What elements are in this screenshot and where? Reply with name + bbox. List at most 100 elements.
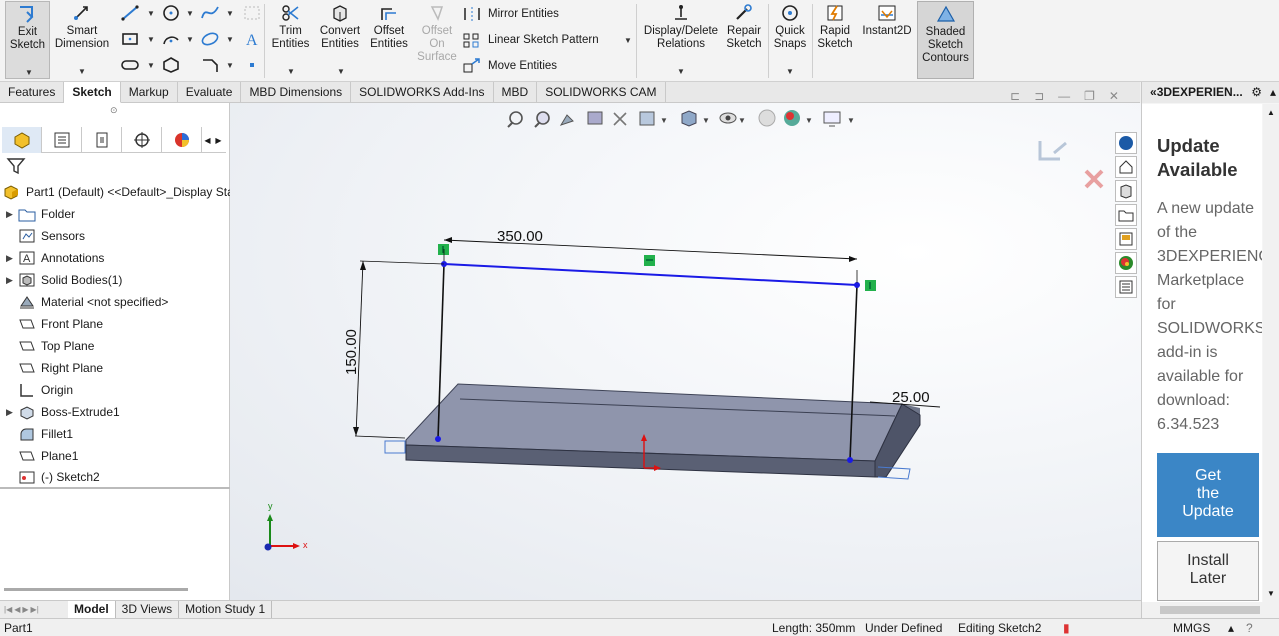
- offset-entities-button[interactable]: Offset Entities: [366, 1, 412, 51]
- chevron-down-icon[interactable]: ▼: [226, 35, 234, 44]
- chevron-right-icon[interactable]: ▶: [215, 136, 221, 145]
- tab-evaluate[interactable]: Evaluate: [178, 82, 242, 103]
- chevron-down-icon[interactable]: ▼: [25, 66, 33, 79]
- sketch-chamfer-icon[interactable]: [200, 56, 220, 74]
- feature-manager-tab[interactable]: [2, 127, 42, 153]
- circle-icon[interactable]: [161, 4, 181, 22]
- chevron-down-icon[interactable]: ▼: [78, 65, 86, 78]
- ellipse-icon[interactable]: [200, 30, 220, 48]
- chevron-up-icon[interactable]: ▲: [1267, 108, 1275, 117]
- chevron-down-icon[interactable]: ▼: [147, 61, 155, 70]
- minimize-icon[interactable]: —: [1058, 89, 1070, 103]
- tree-item[interactable]: ▶ Solid Bodies(1): [0, 269, 230, 291]
- horizontal-relation-icon[interactable]: [644, 255, 655, 266]
- get-update-button[interactable]: Get the Update: [1157, 453, 1259, 537]
- tab-markup[interactable]: Markup: [121, 82, 178, 103]
- graphics-viewport[interactable]: ▼ ▼ ▼ ▼ ▼ 350.00 150.00 25.00 y x: [230, 103, 1141, 600]
- chevron-down-icon[interactable]: ▼: [186, 35, 194, 44]
- tab-motion-study-1[interactable]: Motion Study 1: [179, 600, 273, 619]
- tree-item[interactable]: Fillet1: [0, 423, 230, 445]
- chevron-up-icon[interactable]: ▴: [1270, 82, 1276, 103]
- task-pane-resources-tab[interactable]: [1115, 156, 1137, 178]
- arc-icon[interactable]: [161, 30, 181, 48]
- dimension-width-value[interactable]: 350.00: [497, 228, 543, 245]
- chevron-down-icon[interactable]: ▼: [186, 9, 194, 18]
- help-icon[interactable]: ?: [1246, 620, 1253, 636]
- chevron-down-icon[interactable]: ▼: [1267, 589, 1275, 598]
- line-icon[interactable]: [120, 4, 140, 22]
- configuration-manager-tab[interactable]: [82, 127, 122, 153]
- sketch-endpoint[interactable]: [435, 436, 441, 442]
- tree-item[interactable]: Material <not specified>: [0, 291, 230, 313]
- spline-icon[interactable]: [200, 4, 220, 22]
- tab-sketch[interactable]: Sketch: [64, 82, 121, 103]
- tile-right-icon[interactable]: ⊐: [1034, 89, 1044, 103]
- tree-item[interactable]: Front Plane: [0, 313, 230, 335]
- tab-mbd[interactable]: MBD: [494, 82, 538, 103]
- chevron-down-icon[interactable]: ▼: [226, 61, 234, 70]
- linear-sketch-pattern-button[interactable]: Linear Sketch Pattern: [462, 32, 599, 48]
- filter-icon[interactable]: [6, 156, 26, 176]
- move-entities-button[interactable]: Move Entities: [462, 58, 557, 74]
- confirm-sketch-icon[interactable]: [1038, 141, 1067, 161]
- horizontal-scrollbar[interactable]: [1142, 602, 1279, 618]
- chevron-up-icon[interactable]: ▴: [1228, 620, 1234, 636]
- chevron-right-icon[interactable]: ▶: [6, 407, 18, 418]
- chevron-down-icon[interactable]: ▼: [226, 9, 234, 18]
- slot-icon[interactable]: [120, 56, 140, 74]
- chevron-left-icon[interactable]: ◀: [204, 136, 210, 145]
- task-pane-view-palette-tab[interactable]: [1115, 228, 1137, 250]
- dimxpert-manager-tab[interactable]: [122, 127, 162, 153]
- offset-on-surface-button[interactable]: Offset On Surface: [414, 1, 460, 64]
- task-pane-3dexperience-tab[interactable]: [1115, 132, 1137, 154]
- chevron-down-icon[interactable]: ▼: [147, 35, 155, 44]
- tree-item[interactable]: ▶ A Annotations: [0, 247, 230, 269]
- tree-item[interactable]: (-) Sketch2: [0, 467, 230, 489]
- shaded-sketch-contours-button[interactable]: Shaded Sketch Contours: [917, 1, 974, 79]
- chevron-right-icon[interactable]: ▶: [6, 209, 18, 220]
- vertical-relation-icon[interactable]: [438, 244, 449, 255]
- property-manager-tab[interactable]: [42, 127, 82, 153]
- tree-root-part[interactable]: Part1 (Default) <<Default>_Display Sta: [0, 181, 234, 203]
- task-pane-custom-properties-tab[interactable]: [1115, 276, 1137, 298]
- tree-item[interactable]: Plane1: [0, 445, 230, 467]
- tab-nav-buttons[interactable]: |◀ ◀ ▶ ▶|: [0, 601, 68, 619]
- dimension-height-value[interactable]: 150.00: [343, 329, 360, 375]
- trim-entities-button[interactable]: Trim Entities ▼: [268, 1, 313, 76]
- repair-sketch-button[interactable]: Repair Sketch: [723, 1, 765, 51]
- vertical-relation-icon[interactable]: [865, 280, 876, 291]
- tab-model[interactable]: Model: [68, 600, 116, 619]
- horizontal-scrollbar[interactable]: [4, 588, 188, 591]
- chevron-down-icon[interactable]: ▼: [677, 65, 685, 78]
- chevron-down-icon[interactable]: ▼: [624, 36, 632, 45]
- cancel-sketch-icon[interactable]: [1084, 169, 1104, 189]
- rebuild-light-icon[interactable]: ▮: [1063, 620, 1070, 636]
- display-manager-tab[interactable]: [162, 127, 202, 153]
- maximize-icon[interactable]: ❐: [1084, 89, 1095, 103]
- dimension-offset-value[interactable]: 25.00: [892, 389, 930, 406]
- tab-mbd-dimensions[interactable]: MBD Dimensions: [241, 82, 352, 103]
- tree-item[interactable]: Origin: [0, 379, 230, 401]
- chevron-down-icon[interactable]: ▼: [287, 65, 295, 78]
- exit-sketch-button[interactable]: Exit Sketch ▼: [5, 1, 50, 79]
- display-delete-relations-button[interactable]: Display/Delete Relations ▼: [640, 1, 722, 76]
- polygon-icon[interactable]: [161, 56, 181, 74]
- task-pane-file-explorer-tab[interactable]: [1115, 204, 1137, 226]
- task-pane-design-library-tab[interactable]: [1115, 180, 1137, 202]
- tree-item[interactable]: Top Plane: [0, 335, 230, 357]
- task-pane-appearances-tab[interactable]: [1115, 252, 1137, 274]
- tab-3d-views[interactable]: 3D Views: [116, 600, 180, 619]
- pane-grip-icon[interactable]: ⊙: [110, 105, 118, 116]
- vertical-scrollbar[interactable]: ▲ ▼: [1263, 104, 1279, 602]
- tile-left-icon[interactable]: ⊏: [1010, 89, 1020, 103]
- tree-item[interactable]: ▶ Boss-Extrude1: [0, 401, 230, 423]
- point-icon[interactable]: [242, 56, 262, 74]
- scroll-thumb[interactable]: [1160, 606, 1260, 614]
- instant2d-button[interactable]: Instant2D: [858, 1, 916, 38]
- rapid-sketch-button[interactable]: Rapid Sketch: [814, 1, 856, 51]
- text-icon[interactable]: A: [242, 30, 262, 48]
- sketch-fillet-icon[interactable]: [242, 4, 262, 22]
- chevron-right-icon[interactable]: ▶: [6, 275, 18, 286]
- chevron-down-icon[interactable]: ▼: [786, 65, 794, 78]
- collapse-icon[interactable]: «: [1150, 85, 1157, 99]
